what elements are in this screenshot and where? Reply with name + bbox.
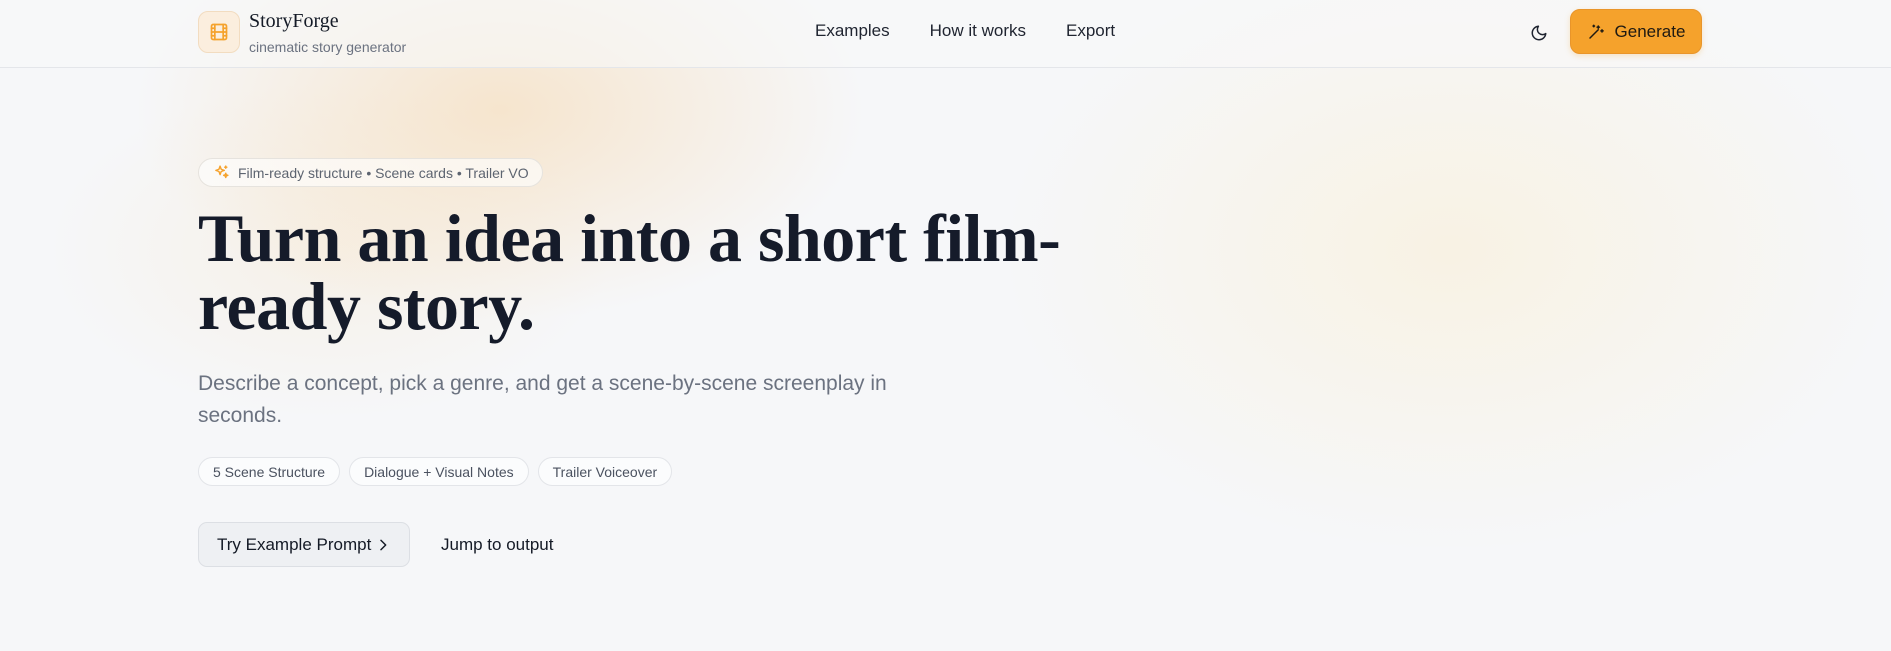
feature-badge-text: Film-ready structure • Scene cards • Tra… bbox=[238, 164, 529, 181]
try-example-label: Try Example Prompt bbox=[217, 534, 372, 554]
brand[interactable]: StoryForge cinematic story generator bbox=[198, 9, 406, 55]
brand-name: StoryForge bbox=[249, 9, 339, 32]
hero-headline: Turn an idea into a short film-ready sto… bbox=[198, 200, 1061, 344]
chip-trailer-voiceover: Trailer Voiceover bbox=[537, 457, 673, 486]
top-header: StoryForge cinematic story generator Exa… bbox=[0, 0, 1891, 68]
nav-how-it-works[interactable]: How it works bbox=[930, 20, 1026, 42]
jump-to-output-link[interactable]: Jump to output bbox=[441, 535, 553, 555]
hero-subtitle: Describe a concept, pick a genre, and ge… bbox=[198, 372, 887, 427]
main-nav: Examples How it works Export bbox=[815, 20, 1115, 42]
generate-label: Generate bbox=[1614, 21, 1686, 41]
chip-dialogue-notes: Dialogue + Visual Notes bbox=[349, 457, 529, 486]
magic-wand-icon bbox=[1587, 23, 1605, 41]
hero-actions: Try Example Prompt Jump to output bbox=[198, 522, 553, 567]
film-icon bbox=[198, 11, 240, 53]
generate-button[interactable]: Generate bbox=[1570, 9, 1702, 54]
chevron-right-icon bbox=[375, 537, 391, 553]
chip-scene-structure: 5 Scene Structure bbox=[198, 457, 341, 486]
theme-toggle-button[interactable] bbox=[1524, 18, 1554, 48]
nav-export[interactable]: Export bbox=[1066, 20, 1115, 42]
feature-chips: 5 Scene Structure Dialogue + Visual Note… bbox=[198, 457, 673, 486]
feature-badge: Film-ready structure • Scene cards • Tra… bbox=[198, 158, 543, 187]
brand-tagline: cinematic story generator bbox=[249, 38, 407, 55]
nav-examples[interactable]: Examples bbox=[815, 20, 890, 42]
try-example-prompt-button[interactable]: Try Example Prompt bbox=[198, 522, 410, 567]
sparkles-icon bbox=[213, 164, 230, 181]
moon-icon bbox=[1530, 24, 1548, 42]
